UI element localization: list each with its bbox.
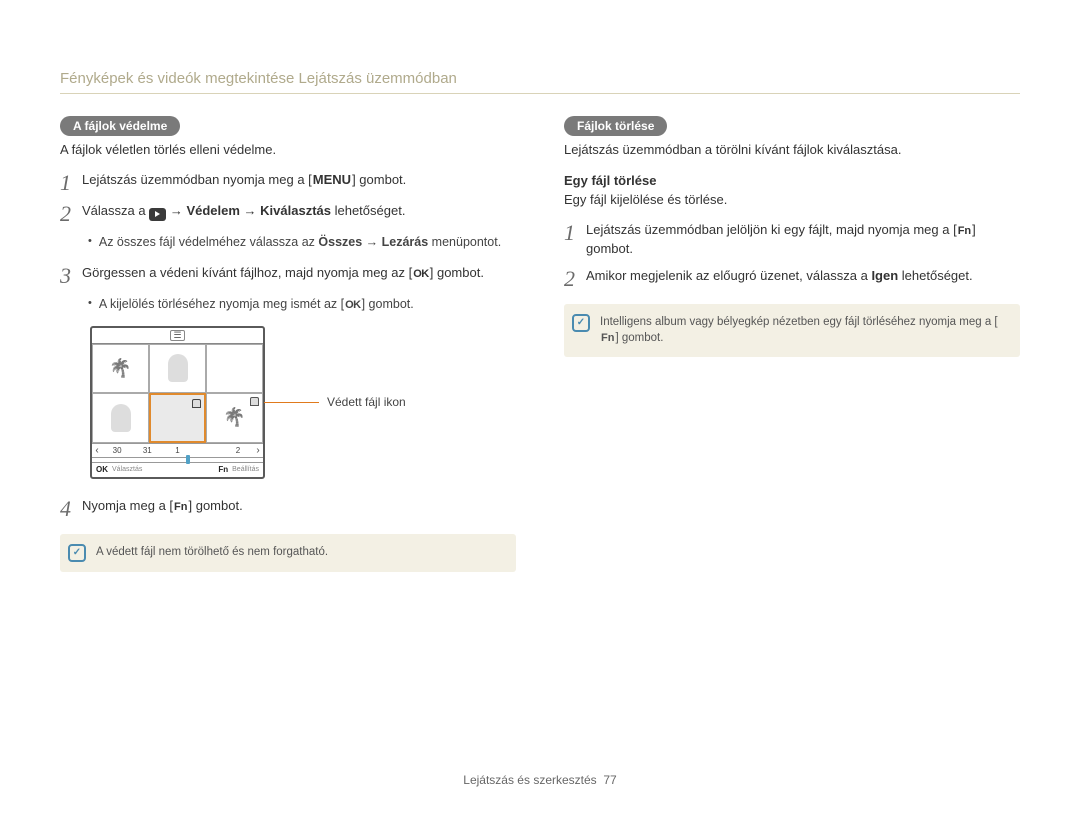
fn-key: Fn — [957, 224, 972, 240]
step-number: 2 — [60, 203, 82, 225]
step-3: 3 Görgessen a védeni kívánt fájlhoz, maj… — [60, 264, 516, 287]
fn-key: Fn — [600, 331, 615, 347]
step-text: Nyomja meg a [ — [82, 498, 173, 513]
step-text: Lejátszás üzemmódban jelöljön ki egy fáj… — [586, 222, 957, 237]
ok-key: OK — [412, 267, 430, 283]
step-text: ] gombot. — [189, 498, 243, 513]
section-desc: Lejátszás üzemmódban a törölni kívánt fá… — [564, 142, 1020, 157]
callout-label: Védett fájl ikon — [327, 395, 406, 409]
info-icon: ✓ — [572, 314, 590, 332]
note-box: ✓ Intelligens album vagy bélyegkép nézet… — [564, 304, 1020, 358]
section-desc: A fájlok véletlen törlés elleni védelme. — [60, 142, 516, 157]
cal-day: 2 — [223, 446, 253, 455]
diagram-calendar-row: ‹ 30 31 1 2 › — [92, 443, 263, 457]
step-text: ] gombot. — [352, 172, 406, 187]
info-icon: ✓ — [68, 544, 86, 562]
ok-label: Választás — [112, 466, 142, 473]
footer-section: Lejátszás és szerkesztés — [463, 773, 596, 787]
bullet-bold: Lezárás — [382, 235, 429, 249]
bullet-item: Az összes fájl védelméhez válassza az Ös… — [88, 233, 516, 252]
step-text: → — [166, 203, 186, 218]
footer-page: 77 — [603, 773, 616, 787]
step-text: Lejátszás üzemmódban nyomja meg a [ — [82, 172, 312, 187]
lock-icon — [250, 397, 259, 406]
step-number: 2 — [564, 268, 586, 290]
fn-key-glyph: Fn — [218, 465, 228, 474]
thumb-cell — [149, 344, 206, 394]
diagram-top: ☰ — [92, 328, 263, 343]
page-footer: Lejátszás és szerkesztés 77 — [0, 773, 1080, 787]
chevron-left-icon: ‹ — [92, 445, 102, 456]
step-number: 1 — [564, 222, 586, 244]
cal-day: 31 — [132, 446, 162, 455]
step-number: 3 — [60, 265, 82, 287]
note-text: ] gombot. — [615, 332, 663, 344]
fn-label: Beállítás — [232, 466, 259, 473]
step-text: ] gombot. — [430, 265, 484, 280]
cal-day: 1 — [162, 446, 192, 455]
bullet-text: Az összes fájl védelméhez válassza az — [99, 235, 319, 249]
diagram-grid — [92, 343, 263, 443]
thumb-cell — [92, 393, 149, 443]
step-number: 4 — [60, 498, 82, 520]
diagram-wrap: ☰ ‹ 30 31 1 2 › — [90, 326, 516, 479]
step-text: → — [240, 203, 260, 218]
note-box: ✓ A védett fájl nem törölhető és nem for… — [60, 534, 516, 572]
thumb-cell-selected — [149, 393, 206, 443]
step-bold: Kiválasztás — [260, 203, 331, 218]
bullet-text: ] gombot. — [362, 297, 414, 311]
lock-icon — [192, 399, 201, 408]
sub-desc: Egy fájl kijelölése és törlése. — [564, 192, 1020, 207]
step-1: 1 Lejátszás üzemmódban nyomja meg a [MEN… — [60, 171, 516, 194]
ok-key: OK — [344, 297, 362, 314]
right-column: Fájlok törlése Lejátszás üzemmódban a tö… — [564, 116, 1020, 572]
step-2: 2 Amikor megjelenik az előugró üzenet, v… — [564, 267, 1020, 290]
step-text: lehetőséget. — [898, 268, 972, 283]
thumbnail-diagram: ☰ ‹ 30 31 1 2 › — [90, 326, 265, 479]
playback-icon — [149, 208, 166, 221]
bullet-text: menüpontot. — [428, 235, 501, 249]
fn-key: Fn — [173, 500, 188, 516]
chevron-right-icon: › — [253, 445, 263, 456]
step-text: Görgessen a védeni kívánt fájlhoz, majd … — [82, 265, 412, 280]
section-pill-delete: Fájlok törlése — [564, 116, 667, 136]
note-text: A védett fájl nem törölhető és nem forga… — [96, 544, 328, 561]
step-bold: Védelem — [186, 203, 239, 218]
sub-heading: Egy fájl törlése — [564, 173, 1020, 188]
sub-bullet-list: A kijelölés törléséhez nyomja meg ismét … — [88, 295, 516, 314]
bullet-text: → — [362, 235, 381, 249]
content-columns: A fájlok védelme A fájlok véletlen törlé… — [60, 116, 1020, 572]
bullet-text: A kijelölés törléséhez nyomja meg ismét … — [99, 297, 344, 311]
thumb-cell — [92, 344, 149, 394]
diagram-progress — [92, 457, 263, 462]
section-pill-protect: A fájlok védelme — [60, 116, 180, 136]
step-text: Amikor megjelenik az előugró üzenet, vál… — [586, 268, 871, 283]
note-text: Intelligens album vagy bélyegkép nézetbe… — [600, 316, 998, 328]
diagram-footer: OK Választás Fn Beállítás — [92, 462, 263, 477]
step-2: 2 Válassza a → Védelem → Kiválasztás leh… — [60, 202, 516, 225]
left-column: A fájlok védelme A fájlok véletlen törlé… — [60, 116, 516, 572]
page-header: Fényképek és videók megtekintése Lejátsz… — [60, 70, 1020, 94]
thumb-cell — [206, 393, 263, 443]
step-1: 1 Lejátszás üzemmódban jelöljön ki egy f… — [564, 221, 1020, 259]
step-text: Válassza a — [82, 203, 149, 218]
callout-line — [264, 402, 319, 403]
menu-key: MENU — [312, 171, 352, 190]
step-number: 1 — [60, 172, 82, 194]
cal-day: 30 — [102, 446, 132, 455]
thumb-cell — [206, 344, 263, 394]
bullet-item: A kijelölés törléséhez nyomja meg ismét … — [88, 295, 516, 314]
step-4: 4 Nyomja meg a [Fn] gombot. — [60, 497, 516, 520]
sub-bullet-list: Az összes fájl védelméhez válassza az Ös… — [88, 233, 516, 252]
step-text: lehetőséget. — [331, 203, 405, 218]
bullet-bold: Összes — [318, 235, 362, 249]
step-bold: Igen — [871, 268, 898, 283]
ok-key-glyph: OK — [96, 465, 108, 474]
